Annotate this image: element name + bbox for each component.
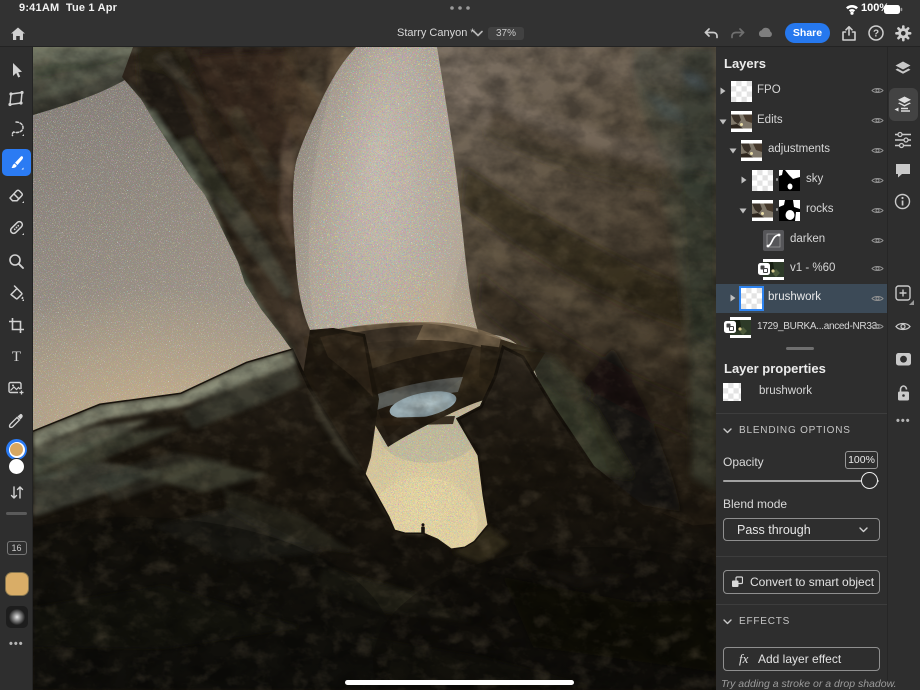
svg-text:?: ?	[873, 29, 879, 40]
svg-text:T: T	[12, 349, 21, 364]
